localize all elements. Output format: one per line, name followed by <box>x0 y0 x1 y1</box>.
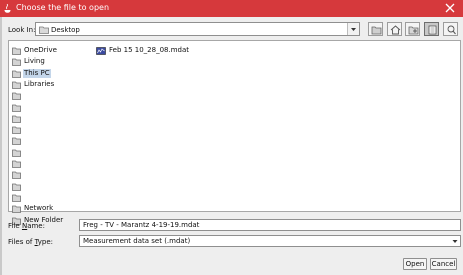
home-icon <box>390 25 401 35</box>
folder-icon <box>12 104 21 112</box>
folder-icon <box>12 137 21 146</box>
place-label: Libraries <box>24 79 55 88</box>
file-name-label: Feb 15 10_28_08.mdat <box>109 46 189 54</box>
window-title: Choose the file to open <box>16 3 110 12</box>
file-type-value: Measurement data set (.mdat) <box>83 237 191 245</box>
folder-icon <box>12 58 21 67</box>
folder-icon <box>12 194 21 202</box>
folder-icon <box>12 183 21 191</box>
details-view-button[interactable] <box>443 22 458 36</box>
file-list-pane[interactable]: OneDrive Living This PC Libraries Network New… <box>8 40 461 225</box>
lookin-label: Look In: <box>8 26 36 34</box>
close-icon[interactable] <box>443 1 457 15</box>
new-folder-icon <box>408 26 419 35</box>
place-label: This PC <box>23 68 51 78</box>
file-type-combo[interactable]: Measurement data set (.mdat) <box>79 235 461 247</box>
open-button[interactable]: Open <box>403 258 427 270</box>
up-one-level-button[interactable] <box>368 22 383 36</box>
folder-icon <box>39 26 49 34</box>
file-name-input[interactable]: Freg - TV - Marantz 4-19-19.mdat <box>79 219 461 231</box>
chevron-down-icon <box>351 28 356 31</box>
folder-icon <box>12 126 21 134</box>
file-type-dropdown-button[interactable] <box>450 236 460 246</box>
new-folder-button[interactable] <box>405 22 420 36</box>
lookin-value: Desktop <box>51 26 80 34</box>
folder-icon <box>12 115 21 123</box>
list-view-button[interactable] <box>424 22 439 36</box>
file-type-label: Files of Type: <box>8 238 54 246</box>
folder-icon <box>12 81 21 89</box>
mdat-file-icon <box>96 47 106 55</box>
title-bar: Choose the file to open <box>0 0 463 17</box>
java-app-icon <box>4 4 11 13</box>
place-label: OneDrive <box>24 46 57 54</box>
details-view-icon <box>447 25 456 35</box>
file-name-label: File Name: <box>8 222 45 230</box>
cancel-button[interactable]: Cancel <box>430 258 457 270</box>
folder-icon <box>12 160 21 168</box>
list-view-icon <box>428 25 437 35</box>
folder-icon <box>12 92 21 101</box>
place-label: Living <box>24 57 45 66</box>
folder-icon <box>12 171 21 180</box>
window-left-edge <box>0 17 2 275</box>
lookin-combo[interactable]: Desktop <box>35 22 360 36</box>
home-button[interactable] <box>387 22 402 36</box>
up-one-level-icon <box>371 26 382 35</box>
folder-icon <box>12 205 21 214</box>
folder-icon <box>12 149 21 157</box>
folder-icon <box>12 47 21 55</box>
place-label: Network <box>24 204 54 213</box>
lookin-dropdown-button[interactable] <box>347 23 359 35</box>
chevron-down-icon <box>452 240 458 243</box>
folder-icon <box>12 70 21 78</box>
